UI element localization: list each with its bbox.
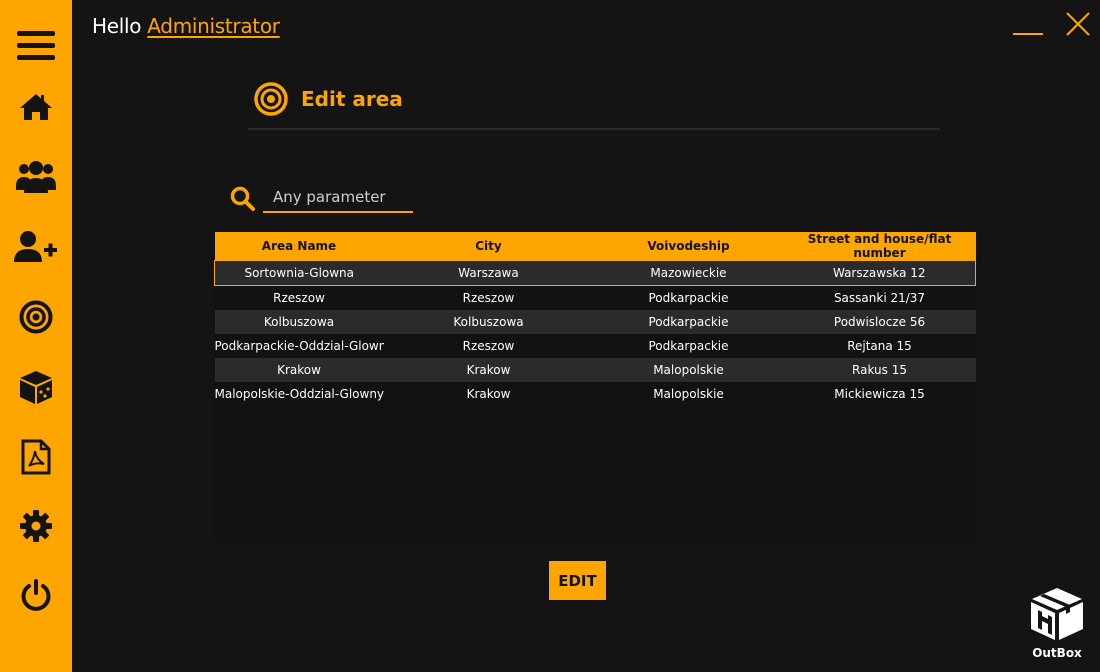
cell-area-name: Sortownia-Glowna (214, 260, 384, 286)
cell-area-name: Kolbuszowa (214, 310, 384, 334)
pdf-icon (21, 439, 51, 475)
sidebar-item-areas[interactable] (0, 289, 72, 345)
cell-city: Krakow (383, 358, 594, 382)
package-icon (20, 371, 52, 404)
table-row[interactable]: Rzeszow Rzeszow Podkarpackie Sassanki 21… (214, 285, 976, 310)
cell-street: Mickiewicza 15 (783, 382, 976, 406)
table-header-row: Area Name City Voivodeship Street and ho… (214, 232, 976, 261)
target-icon (19, 300, 53, 334)
greeting: Hello Administrator (92, 14, 280, 38)
home-icon (20, 94, 52, 120)
minimize-button[interactable] (1011, 14, 1045, 38)
page-header: Edit area (248, 78, 940, 130)
cell-city: Rzeszow (383, 334, 594, 358)
edit-button[interactable]: EDIT (549, 561, 606, 600)
page-title: Edit area (301, 87, 403, 111)
sidebar-item-menu[interactable] (0, 18, 72, 74)
cell-area-name: Podkarpackie-Oddzial-Glowny (214, 334, 384, 358)
target-icon (254, 80, 290, 122)
column-header-street[interactable]: Street and house/flat number (783, 232, 976, 261)
sidebar (0, 0, 72, 672)
cell-city: Warszawa (383, 260, 594, 286)
cell-street: Sassanki 21/37 (783, 285, 976, 310)
table-row[interactable]: Kolbuszowa Kolbuszowa Podkarpackie Podwi… (214, 310, 976, 334)
menu-icon (17, 31, 55, 60)
box-logo-icon (1031, 588, 1083, 640)
sidebar-item-settings[interactable] (0, 498, 72, 554)
outbox-logo: OutBox (1026, 586, 1088, 666)
sidebar-item-logout[interactable] (0, 567, 72, 623)
cell-voivodeship: Malopolskie (593, 382, 784, 406)
sidebar-item-users[interactable] (0, 149, 72, 205)
cell-street: Warszawska 12 (783, 260, 976, 286)
search-icon (230, 186, 256, 216)
cell-voivodeship: Podkarpackie (593, 334, 784, 358)
cell-street: Rejtana 15 (783, 334, 976, 358)
sidebar-item-pdf[interactable] (0, 429, 72, 485)
table-row[interactable]: Sortownia-Glowna Warszawa Mazowieckie Wa… (214, 260, 976, 286)
add-user-icon (14, 231, 57, 262)
sidebar-item-packages[interactable] (0, 359, 72, 415)
cell-area-name: Rzeszow (214, 285, 384, 310)
cell-voivodeship: Mazowieckie (593, 260, 784, 286)
table-row[interactable]: Krakow Krakow Malopolskie Rakus 15 (214, 358, 976, 382)
table-row[interactable]: Malopolskie-Oddzial-Glowny Krakow Malopo… (214, 382, 976, 406)
table-row[interactable]: Podkarpackie-Oddzial-Glowny Rzeszow Podk… (214, 334, 976, 358)
users-icon (16, 161, 56, 193)
column-header-voivodeship[interactable]: Voivodeship (593, 232, 784, 261)
cell-area-name: Malopolskie-Oddzial-Glowny (214, 382, 384, 406)
cell-street: Rakus 15 (783, 358, 976, 382)
cell-area-name: Krakow (214, 358, 384, 382)
areas-table-container: Area Name City Voivodeship Street and ho… (214, 232, 976, 542)
cell-city: Kolbuszowa (383, 310, 594, 334)
column-header-city[interactable]: City (383, 232, 594, 261)
app-window: Hello Administrator Edit area Any parame… (0, 0, 1100, 672)
close-button[interactable] (1064, 10, 1092, 38)
close-icon (1066, 12, 1090, 36)
minimize-icon (1013, 33, 1043, 35)
search-input[interactable] (263, 182, 413, 213)
logo-text: OutBox (1032, 646, 1082, 660)
sidebar-item-home[interactable] (0, 79, 72, 135)
username-link[interactable]: Administrator (147, 14, 280, 38)
greeting-text: Hello (92, 14, 142, 38)
cell-street: Podwislocze 56 (783, 310, 976, 334)
cell-city: Rzeszow (383, 285, 594, 310)
sidebar-item-add-user[interactable] (0, 219, 72, 275)
cell-voivodeship: Podkarpackie (593, 285, 784, 310)
cell-voivodeship: Malopolskie (593, 358, 784, 382)
power-icon (21, 579, 51, 611)
areas-table: Area Name City Voivodeship Street and ho… (214, 232, 976, 406)
settings-icon (20, 510, 52, 542)
cell-city: Krakow (383, 382, 594, 406)
column-header-area-name[interactable]: Area Name (214, 232, 384, 261)
cell-voivodeship: Podkarpackie (593, 310, 784, 334)
